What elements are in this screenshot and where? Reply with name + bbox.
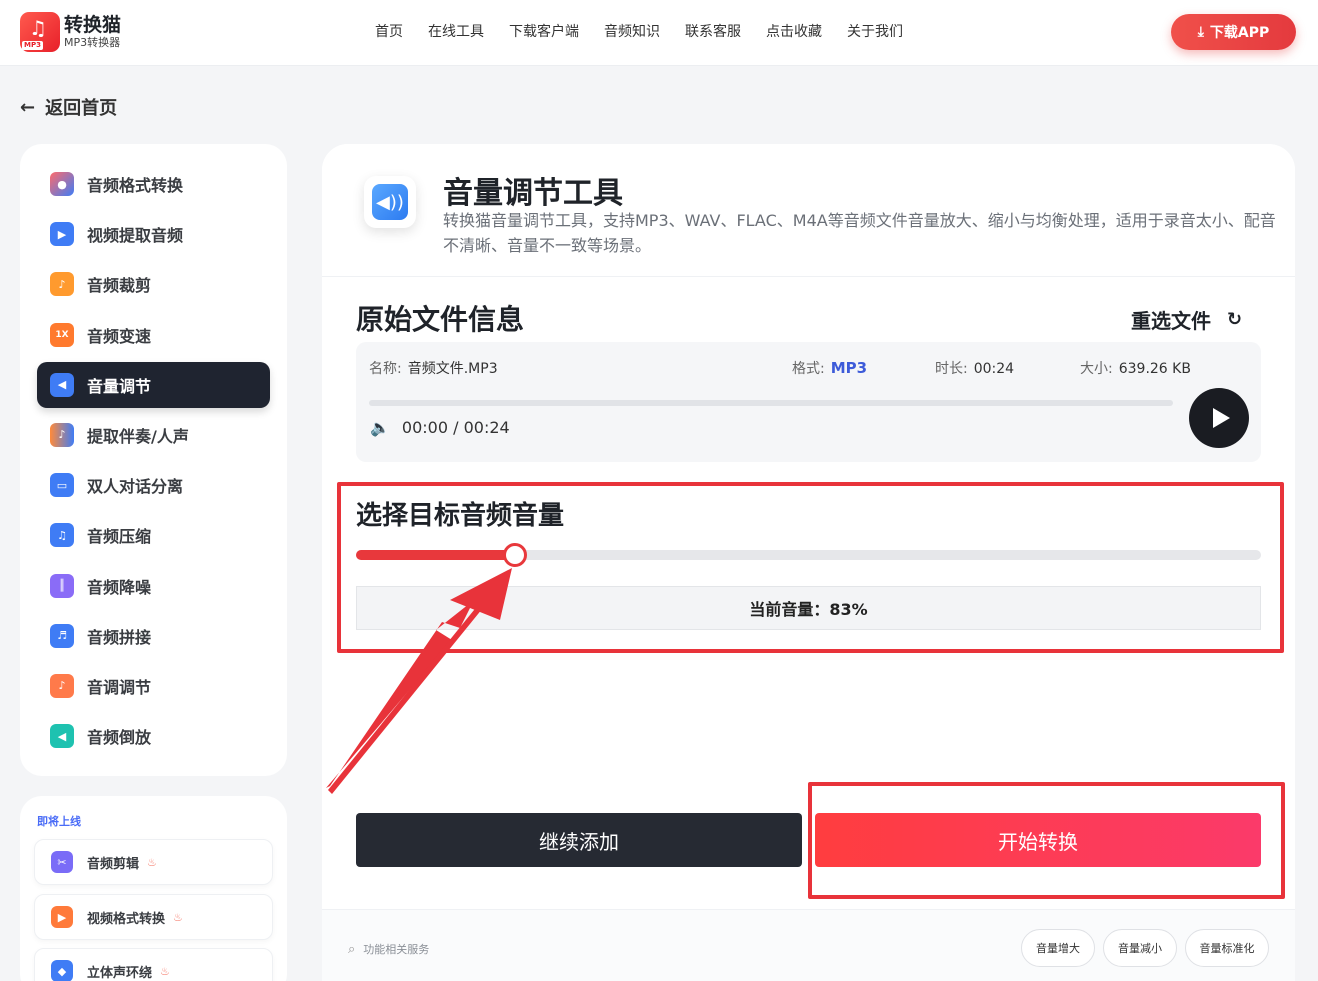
arrow-shaft bbox=[326, 600, 474, 788]
annotation-arrow-icon bbox=[326, 568, 512, 794]
